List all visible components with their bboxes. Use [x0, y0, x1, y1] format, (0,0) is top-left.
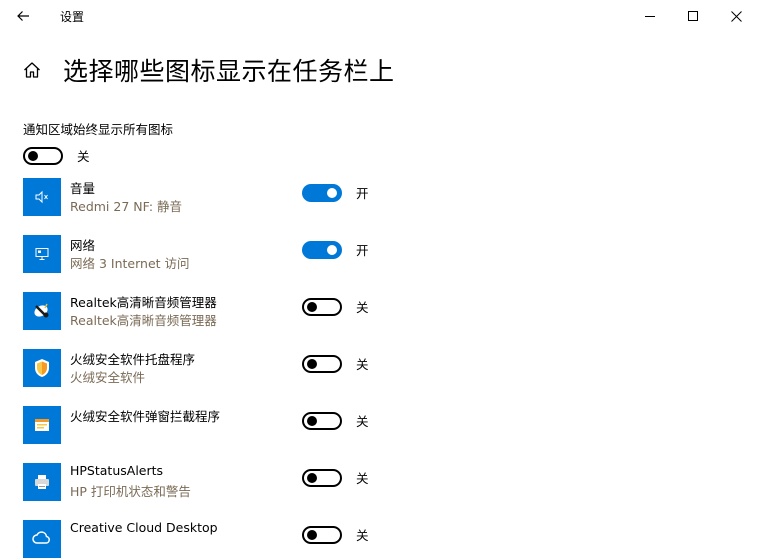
app-name: Realtek高清晰音频管理器	[70, 295, 217, 310]
close-button[interactable]	[713, 0, 759, 32]
toggle-state-label: 关	[356, 471, 369, 486]
app-row-creative-cloud: Creative Cloud Desktop 关	[23, 520, 723, 560]
toggle-knob	[307, 301, 317, 312]
toggle-state-label: 开	[356, 186, 369, 201]
toggle-knob	[28, 150, 38, 161]
app-row-volume: 音量 Redmi 27 NF: 静音 开	[23, 178, 723, 218]
page-title: 选择哪些图标显示在任务栏上	[63, 57, 395, 86]
app-toggle-row: 关	[302, 354, 369, 373]
app-description: 火绒安全软件	[70, 370, 146, 385]
app-toggle-row: 开	[302, 240, 369, 259]
toggle-state-label: 关	[356, 300, 369, 315]
popup-blocker-icon	[23, 406, 61, 444]
app-toggle-row: 关	[302, 297, 369, 316]
network-icon	[23, 235, 61, 273]
app-toggle-realtek[interactable]	[302, 297, 342, 316]
app-name: 网络	[70, 238, 96, 253]
realtek-icon	[23, 292, 61, 330]
app-name: HPStatusAlerts	[70, 463, 164, 478]
shield-icon	[23, 349, 61, 387]
app-toggle-row: 关	[302, 525, 369, 544]
back-arrow-icon	[17, 11, 29, 21]
toggle-knob	[307, 529, 317, 540]
toggle-knob	[327, 244, 337, 255]
back-button[interactable]	[8, 2, 38, 30]
title-bar: 设置	[0, 0, 759, 32]
app-row-network: 网络 网络 3 Internet 访问 开	[23, 235, 723, 275]
app-row-realtek: Realtek高清晰音频管理器 Realtek高清晰音频管理器 关	[23, 292, 723, 332]
toggle-state-label: 关	[356, 414, 369, 429]
app-toggle-huorong-popup[interactable]	[302, 411, 342, 430]
minimize-icon	[645, 16, 655, 17]
maximize-button[interactable]	[670, 0, 716, 32]
close-icon	[730, 10, 742, 22]
app-row-huorong-tray: 火绒安全软件托盘程序 火绒安全软件 关	[23, 349, 723, 389]
creative-cloud-icon	[23, 520, 61, 558]
app-toggle-row: 关	[302, 411, 369, 430]
toggle-state-label: 开	[356, 243, 369, 258]
app-name: 音量	[70, 181, 96, 196]
home-button[interactable]	[18, 56, 46, 84]
app-name: 火绒安全软件弹窗拦截程序	[70, 409, 221, 424]
volume-icon	[23, 178, 61, 216]
always-show-toggle-row: 关	[23, 146, 90, 165]
app-toggle-row: 开	[302, 183, 369, 202]
toggle-state-label: 关	[356, 528, 369, 543]
toggle-knob	[327, 187, 337, 198]
app-row-huorong-popup: 火绒安全软件弹窗拦截程序 关	[23, 406, 723, 446]
always-show-toggle[interactable]	[23, 146, 63, 165]
app-name: Creative Cloud Desktop	[70, 520, 218, 535]
toggle-knob	[307, 358, 317, 369]
app-description: Realtek高清晰音频管理器	[70, 313, 217, 328]
app-toggle-volume[interactable]	[302, 183, 342, 202]
app-description: HP 打印机状态和警告	[70, 484, 191, 499]
app-name: 火绒安全软件托盘程序	[70, 352, 196, 367]
app-description: Redmi 27 NF: 静音	[70, 199, 183, 214]
app-toggle-hp-status-alerts[interactable]	[302, 468, 342, 487]
toggle-knob	[307, 472, 317, 483]
app-toggle-huorong-tray[interactable]	[302, 354, 342, 373]
page-header: 选择哪些图标显示在任务栏上	[18, 52, 395, 88]
toggle-state-label: 关	[77, 149, 90, 164]
home-icon	[24, 62, 40, 78]
app-description: 网络 3 Internet 访问	[70, 256, 190, 271]
window-title: 设置	[60, 10, 85, 24]
toggle-state-label: 关	[356, 357, 369, 372]
always-show-label: 通知区域始终显示所有图标	[23, 122, 174, 137]
minimize-button[interactable]	[627, 0, 673, 32]
toggle-knob	[307, 415, 317, 426]
printer-icon	[23, 463, 61, 501]
maximize-icon	[688, 11, 698, 21]
app-row-hp-status-alerts: HPStatusAlerts HP 打印机状态和警告 关	[23, 463, 723, 503]
app-toggle-network[interactable]	[302, 240, 342, 259]
app-toggle-row: 关	[302, 468, 369, 487]
